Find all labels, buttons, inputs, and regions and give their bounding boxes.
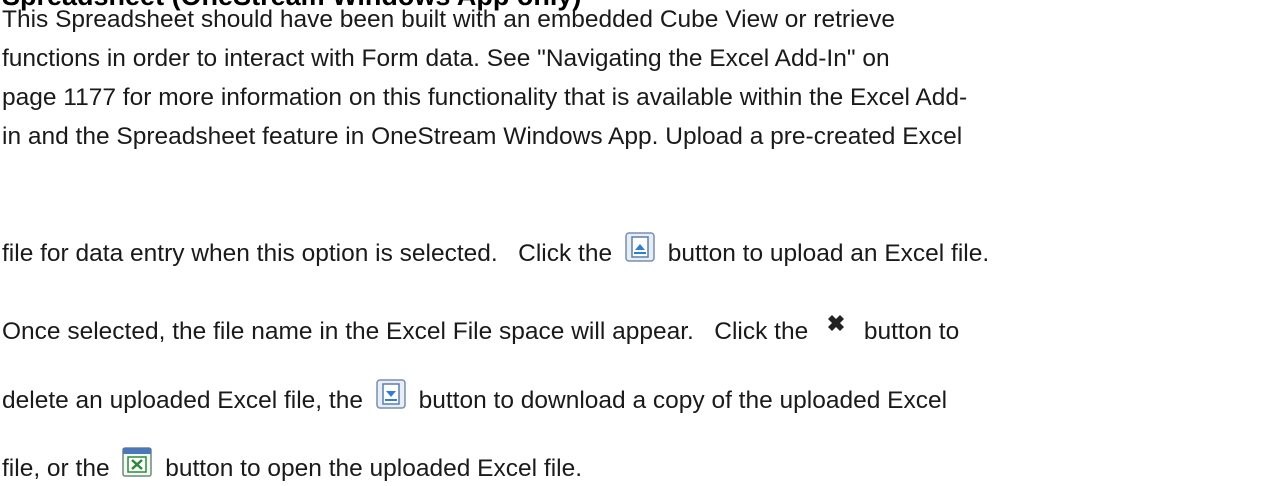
paragraph-text [505, 240, 512, 267]
paragraph-text: Click the [714, 318, 809, 345]
paragraph-line: functions in order to interact with Form… [2, 42, 890, 76]
paragraph-line: page 1177 for more information on this f… [2, 81, 967, 115]
paragraph-line: in and the Spreadsheet feature in OneStr… [2, 120, 962, 154]
paragraph-text: button to open the uploaded Excel file. [165, 455, 583, 482]
paragraph-text: delete an uploaded Excel file, the [2, 387, 363, 414]
paragraph-text: file for data entry when this option is … [2, 240, 498, 267]
paragraph-text: Once selected, the file name in the Exce… [2, 318, 694, 345]
paragraph-text: functions in order to interact with Form… [2, 45, 890, 72]
paragraph-line: Once selected, the file name in the Exce… [2, 310, 960, 349]
paragraph-text [701, 318, 708, 345]
paragraph-line: delete an uploaded Excel file, the butto… [2, 378, 948, 418]
paragraph-text: This Spreadsheet should have been built … [2, 6, 895, 33]
paragraph-text: page 1177 for more information on this f… [2, 84, 968, 111]
download-icon[interactable] [376, 378, 406, 409]
paragraph-line: file for data entry when this option is … [2, 231, 990, 271]
delete-x-icon[interactable] [821, 310, 851, 340]
paragraph-text: button to download a copy of the uploade… [418, 387, 948, 414]
paragraph-text: button to [863, 318, 960, 345]
upload-icon[interactable] [625, 231, 655, 262]
paragraph-text: in and the Spreadsheet feature in OneStr… [2, 123, 963, 150]
paragraph-line: file, or the button to open the uploaded… [2, 446, 583, 486]
excel-open-icon[interactable] [122, 446, 153, 477]
paragraph-text: button to upload an Excel file. [667, 240, 990, 267]
paragraph-text: Click the [518, 240, 613, 267]
paragraph-line: This Spreadsheet should have been built … [2, 3, 895, 37]
paragraph-text: file, or the [2, 455, 110, 482]
